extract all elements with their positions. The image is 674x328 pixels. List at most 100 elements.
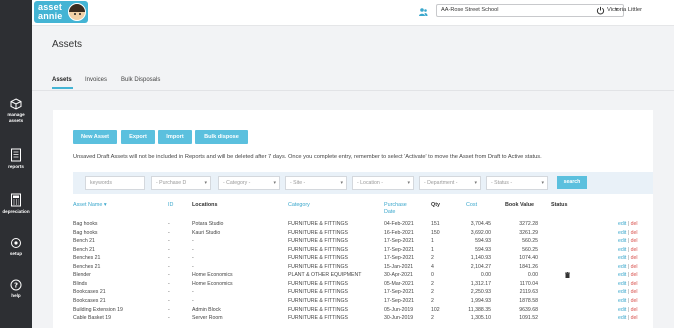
table-row[interactable]: Bag hooks - Kauri Studio FURNITURE & FITTIN…: [73, 229, 641, 238]
column-header-id[interactable]: ID: [168, 202, 173, 209]
power-icon[interactable]: [596, 6, 605, 15]
delete-link[interactable]: del: [631, 247, 638, 253]
status-select[interactable]: - Status - ▾: [486, 176, 548, 190]
delete-link[interactable]: del: [631, 221, 638, 227]
row-actions: edit | del: [618, 254, 638, 263]
sidebar-item-label: help: [11, 293, 21, 298]
sidebar-item-reports[interactable]: reports: [0, 148, 32, 170]
delete-link[interactable]: del: [631, 255, 638, 261]
cell-location: -: [192, 297, 194, 304]
chevron-down-icon: ▾: [541, 180, 544, 186]
sidebar-item-help[interactable]: ? help: [0, 279, 32, 299]
search-button[interactable]: search: [557, 176, 587, 189]
cell-category: PLANT & OTHER EQUIPMENT: [288, 272, 362, 279]
chevron-down-icon: ▾: [273, 180, 276, 186]
table-row[interactable]: Bag hooks - Potara Studio FURNITURE & FITTI…: [73, 220, 641, 229]
trash-icon[interactable]: [565, 272, 570, 279]
category-select[interactable]: - Category - ▾: [218, 176, 280, 190]
delete-link[interactable]: del: [631, 315, 638, 321]
purchase-date-select[interactable]: - Purchase D ▾: [151, 176, 211, 190]
location-select[interactable]: - Location - ▾: [352, 176, 414, 190]
delete-link[interactable]: del: [631, 272, 638, 278]
cell-location: -: [192, 246, 194, 253]
cell-book-value: 560.25: [522, 246, 538, 253]
cell-category: FURNITURE & FITTINGS: [288, 229, 348, 236]
row-actions: edit | del: [618, 263, 638, 272]
row-actions: edit | del: [618, 280, 638, 289]
cell-id: -: [168, 255, 170, 262]
table-row[interactable]: Building Extension 19 - Admin Block FURNITU…: [73, 306, 641, 315]
column-header-label: Asset Name: [73, 202, 103, 208]
column-header-asset-name[interactable]: Asset Name ▾: [73, 202, 107, 209]
column-header-category[interactable]: Category: [288, 202, 310, 209]
table-header: Asset Name ▾ ID Locations Category Purch…: [73, 202, 641, 218]
bulk-dispose-button[interactable]: Bulk dispose: [195, 130, 248, 144]
delete-link[interactable]: del: [631, 289, 638, 295]
site-select[interactable]: - Site - ▾: [285, 176, 347, 190]
tab-bulk-disposals[interactable]: Bulk Disposals: [121, 76, 160, 84]
cell-book-value: 3272.28: [519, 221, 538, 227]
cell-location: Kauri Studio: [192, 229, 221, 236]
status-select-value: - Status -: [491, 180, 513, 186]
purchase-date-select-value: - Purchase D: [156, 180, 187, 186]
cell-date: 30-Jun-2019: [384, 315, 414, 322]
school-select-value: AA-Rose Street School: [441, 7, 499, 13]
delete-link[interactable]: del: [631, 298, 638, 304]
cell-cost: 1,305.10: [470, 315, 491, 322]
keywords-input[interactable]: keywords: [85, 176, 145, 190]
cell-location: -: [192, 255, 194, 262]
tab-assets[interactable]: Assets: [52, 76, 72, 84]
column-header-cost[interactable]: Cost: [466, 202, 477, 209]
delete-link[interactable]: del: [631, 281, 638, 287]
import-button[interactable]: Import: [158, 130, 192, 144]
table-row[interactable]: Bench 21 - - FURNITURE & FITTINGS 17-Sep-202…: [73, 246, 641, 255]
department-select[interactable]: - Department - ▾: [419, 176, 481, 190]
table-row[interactable]: Bookcases 21 - - FURNITURE & FITTINGS 17-Sep…: [73, 297, 641, 306]
tab-invoices[interactable]: Invoices: [85, 76, 107, 84]
cell-qty: 150: [431, 229, 440, 236]
table-row[interactable]: Cable Basket 19 - Server Room FURNITURE & F…: [73, 314, 641, 323]
cell-book-value: 1170.04: [519, 280, 538, 287]
column-header-status: Status: [551, 202, 568, 208]
cell-category: FURNITURE & FITTINGS: [288, 297, 348, 304]
cell-qty: 2: [431, 289, 434, 296]
cell-category: FURNITURE & FITTINGS: [288, 238, 348, 245]
divider: [32, 90, 674, 91]
sidebar-item-label: manage assets: [7, 112, 25, 123]
delete-link[interactable]: del: [631, 307, 638, 313]
table-row[interactable]: Bookcases 21 - - FURNITURE & FITTINGS 17-Sep…: [73, 288, 641, 297]
column-header-purchase-date[interactable]: Purchase Date: [384, 202, 407, 215]
table-row[interactable]: Blinds - Home Economics FURNITURE & FITTING…: [73, 280, 641, 289]
location-select-value: - Location -: [357, 180, 383, 186]
user-name[interactable]: Victoria Littler: [607, 6, 642, 15]
cube-icon: [10, 98, 22, 110]
export-button[interactable]: Export: [121, 130, 155, 144]
sidebar-item-manage-assets[interactable]: manage assets: [0, 98, 32, 123]
cell-name: Blinds: [73, 280, 88, 287]
sidebar-item-depreciation[interactable]: depreciation: [0, 193, 32, 215]
cell-category: FURNITURE & FITTINGS: [288, 221, 348, 227]
delete-link[interactable]: del: [631, 230, 638, 236]
cell-qty: 2: [431, 315, 434, 322]
table-row[interactable]: Blender - Home Economics PLANT & OTHER EQUI…: [73, 271, 641, 280]
cell-id: -: [168, 229, 170, 236]
sidebar-item-setup[interactable]: setup: [0, 237, 32, 257]
cell-qty: 1: [431, 246, 434, 253]
category-select-value: - Category -: [223, 180, 251, 186]
cell-book-value: 1074.40: [519, 255, 538, 262]
cell-name: Benches 21: [73, 263, 101, 270]
cell-category: FURNITURE & FITTINGS: [288, 263, 348, 270]
cell-cost: 11,388.35: [468, 306, 491, 313]
sidebar-item-label: reports: [8, 164, 24, 169]
delete-link[interactable]: del: [631, 238, 638, 244]
new-asset-button[interactable]: New Asset: [73, 130, 117, 144]
table-row[interactable]: Bench 21 - - FURNITURE & FITTINGS 17-Sep-202…: [73, 237, 641, 246]
delete-link[interactable]: del: [631, 264, 638, 270]
column-header-label: Purchase: [384, 202, 407, 208]
cell-id: -: [168, 289, 170, 296]
row-actions: edit | del: [618, 220, 638, 229]
app-logo[interactable]: asset annie: [34, 1, 88, 23]
cell-date: 17-Sep-2021: [384, 289, 414, 296]
table-row[interactable]: Benches 21 - - FURNITURE & FITTINGS 15-Jan-2…: [73, 263, 641, 272]
table-row[interactable]: Benches 21 - - FURNITURE & FITTINGS 17-Sep-2…: [73, 254, 641, 263]
